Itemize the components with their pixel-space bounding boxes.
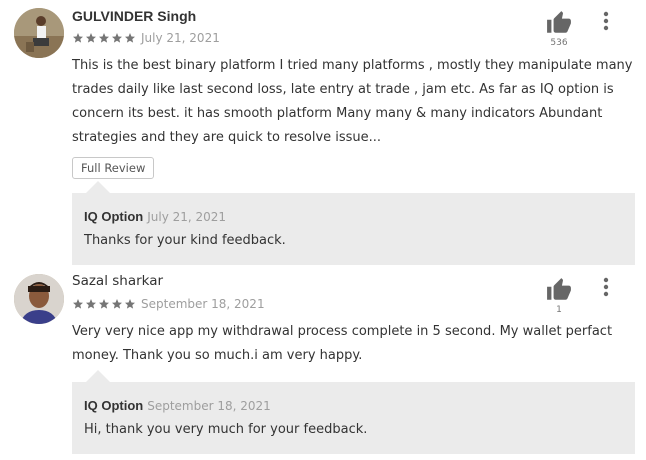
star-rating — [72, 298, 137, 310]
star-icon — [98, 298, 111, 310]
star-icon — [85, 32, 98, 44]
reply-date: September 18, 2021 — [147, 399, 271, 413]
review-text: This is the best binary platform I tried… — [72, 58, 633, 145]
reply-header: IQ Option July 21, 2021 — [84, 209, 226, 224]
avatar[interactable] — [14, 8, 64, 58]
reply-text: Hi, thank you very much for your feedbac… — [84, 422, 368, 437]
reply-arrow — [86, 370, 110, 382]
review-date: September 18, 2021 — [141, 297, 265, 311]
star-icon — [124, 298, 137, 310]
reply-arrow — [86, 181, 110, 193]
developer-reply: IQ Option July 21, 2021 Thanks for your … — [72, 181, 635, 265]
reply-header: IQ Option September 18, 2021 — [84, 398, 271, 413]
star-icon — [111, 298, 124, 310]
star-icon — [124, 32, 137, 44]
star-icon — [111, 32, 124, 44]
reply-developer: IQ Option — [84, 209, 144, 224]
star-icon — [98, 32, 111, 44]
review-text: Very very nice app my withdrawal process… — [72, 324, 613, 363]
review-author: GULVINDER Singh — [72, 8, 197, 24]
review-item: Sazal sharkar September 18, 2021 1 Very … — [0, 265, 646, 460]
review-meta: September 18, 2021 — [72, 297, 265, 311]
star-icon — [85, 298, 98, 310]
full-review-button[interactable]: Full Review — [72, 157, 155, 179]
review-date: July 21, 2021 — [141, 31, 220, 45]
star-rating — [72, 32, 137, 44]
reply-date: July 21, 2021 — [147, 210, 227, 224]
avatar[interactable] — [14, 274, 64, 324]
review-author: Sazal sharkar — [72, 273, 164, 289]
helpful-count: 1 — [556, 305, 562, 315]
review-meta: July 21, 2021 — [72, 31, 220, 45]
star-icon — [72, 298, 85, 310]
more-vert-icon[interactable] — [596, 276, 616, 300]
reply-text: Thanks for your kind feedback. — [84, 233, 286, 248]
thumbs-up-icon[interactable] — [546, 277, 572, 303]
developer-reply: IQ Option September 18, 2021 Hi, thank y… — [72, 370, 635, 454]
more-vert-icon[interactable] — [596, 10, 616, 34]
thumbs-up-icon[interactable] — [546, 10, 572, 36]
review-item: GULVINDER Singh July 21, 2021 536 This i… — [0, 0, 646, 265]
helpful-count: 536 — [550, 38, 568, 48]
reply-developer: IQ Option — [84, 398, 144, 413]
star-icon — [72, 32, 85, 44]
